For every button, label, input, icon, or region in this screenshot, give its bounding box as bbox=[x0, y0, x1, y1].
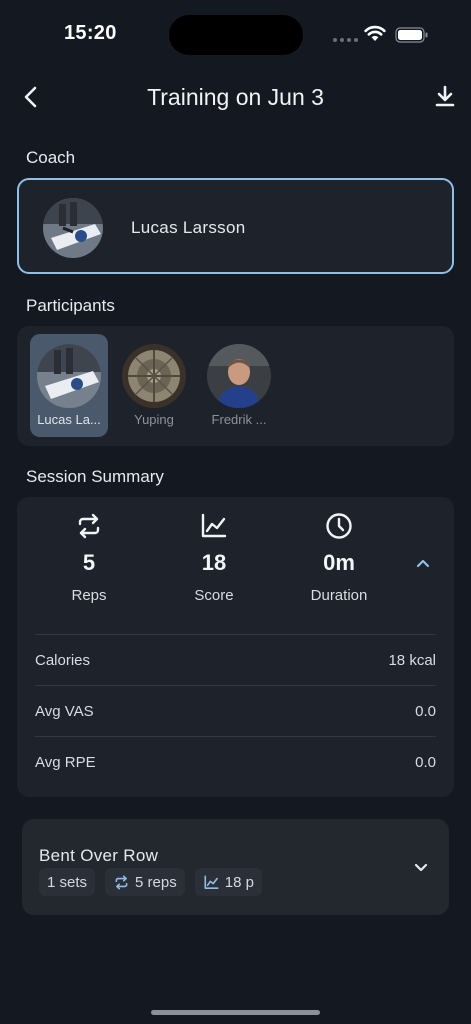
chevron-down-icon[interactable] bbox=[412, 858, 430, 876]
exercise-card-bent-over-row[interactable]: Bent Over Row 1 sets 5 reps 18 p bbox=[22, 819, 449, 915]
page-title: Training on Jun 3 bbox=[147, 84, 324, 110]
metric-value: 0.0 bbox=[415, 703, 436, 720]
stat-value: 5 bbox=[82, 550, 96, 575]
participant-item-lucas[interactable]: Lucas La... bbox=[30, 334, 108, 437]
summary-section-label: Session Summary bbox=[26, 467, 164, 486]
stat-label: Reps bbox=[71, 587, 107, 604]
line-chart-icon bbox=[204, 874, 219, 889]
line-chart-icon bbox=[201, 513, 227, 538]
coach-avatar bbox=[43, 198, 103, 258]
battery-icon bbox=[395, 27, 428, 43]
participant-item-yuping[interactable]: Yuping bbox=[115, 334, 193, 437]
download-icon[interactable] bbox=[432, 84, 458, 110]
participants-section-label: Participants bbox=[26, 296, 115, 315]
exercise-chips: 1 sets 5 reps 18 p bbox=[39, 868, 262, 896]
dynamic-island bbox=[169, 15, 303, 55]
coach-name: Lucas Larsson bbox=[131, 218, 246, 237]
clock-icon bbox=[326, 513, 352, 539]
stat-label: Duration bbox=[310, 587, 368, 604]
coach-card[interactable]: Lucas Larsson bbox=[17, 178, 454, 274]
coach-section-label: Coach bbox=[26, 148, 76, 167]
metric-value: 18 kcal bbox=[388, 652, 436, 669]
stat-value: 0m bbox=[323, 550, 355, 575]
metric-label: Avg VAS bbox=[35, 703, 94, 720]
metric-value: 0.0 bbox=[415, 754, 436, 771]
sets-chip: 1 sets bbox=[39, 868, 96, 896]
participants-list: Lucas La... Yuping Fredrik ... bbox=[17, 326, 454, 446]
session-summary-card: 5 Reps 18 Score 0m Duration Calories 18 … bbox=[17, 497, 454, 797]
home-indicator[interactable] bbox=[151, 1010, 320, 1015]
cellular-signal-icon bbox=[333, 38, 358, 42]
participant-name: Yuping bbox=[134, 412, 174, 427]
participant-item-fredrik[interactable]: Fredrik ... bbox=[200, 334, 278, 437]
participant-name: Lucas La... bbox=[37, 412, 101, 427]
sets-chip-label: 1 sets bbox=[47, 873, 88, 891]
metric-row-avg-vas: Avg VAS 0.0 bbox=[35, 685, 436, 736]
participant-avatar bbox=[37, 344, 101, 408]
metric-row-calories: Calories 18 kcal bbox=[35, 634, 436, 685]
metric-label: Calories bbox=[35, 652, 91, 669]
stat-duration: 0m Duration bbox=[279, 511, 399, 604]
stat-score: 18 Score bbox=[154, 511, 274, 604]
exercise-name: Bent Over Row bbox=[39, 846, 159, 865]
stat-reps: 5 Reps bbox=[29, 511, 149, 604]
chevron-up-icon[interactable] bbox=[413, 553, 433, 573]
participant-avatar bbox=[207, 344, 271, 408]
stat-value: 18 bbox=[201, 550, 227, 575]
reps-chip-label: 5 reps bbox=[135, 873, 177, 891]
participant-avatar bbox=[122, 344, 186, 408]
metric-label: Avg RPE bbox=[35, 754, 96, 771]
nav-header: Training on Jun 3 bbox=[0, 72, 471, 122]
status-bar: 15:20 bbox=[0, 0, 471, 60]
score-chip-label: 18 p bbox=[224, 873, 254, 891]
repeat-icon bbox=[115, 874, 128, 890]
reps-chip: 5 reps bbox=[105, 868, 185, 896]
participant-name: Fredrik ... bbox=[211, 412, 267, 427]
repeat-icon bbox=[78, 513, 100, 539]
score-chip: 18 p bbox=[194, 868, 262, 896]
wifi-icon bbox=[364, 25, 386, 41]
metric-row-avg-rpe: Avg RPE 0.0 bbox=[35, 736, 436, 787]
stat-label: Score bbox=[194, 587, 234, 604]
status-time: 15:20 bbox=[64, 22, 117, 44]
